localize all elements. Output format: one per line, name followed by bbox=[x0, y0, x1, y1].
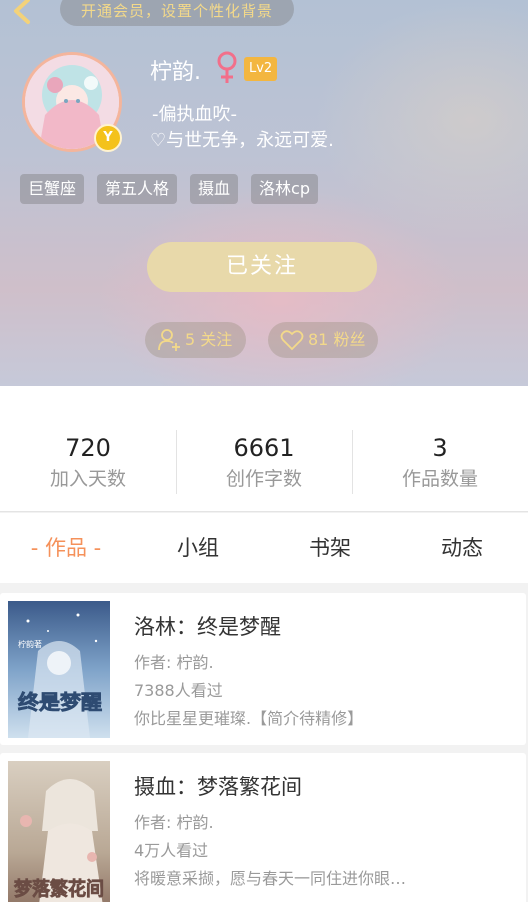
tag[interactable]: 第五人格 bbox=[97, 174, 178, 204]
heart-icon bbox=[280, 330, 304, 351]
tab-bookshelf[interactable]: 书架 bbox=[264, 513, 396, 583]
work-cover[interactable]: 柠韵著 终是梦醒 bbox=[8, 601, 110, 738]
cover-title-text: 梦落繁花间 bbox=[14, 877, 104, 900]
stat-words: 6661 创作字数 bbox=[176, 386, 352, 511]
fans-count: 81 粉丝 bbox=[308, 330, 366, 349]
bio-line-2: ♡与世无争，永远可爱. bbox=[150, 130, 334, 151]
stat-value: 720 bbox=[65, 434, 111, 462]
female-icon bbox=[217, 51, 237, 83]
vip-badge: Y bbox=[94, 124, 122, 152]
work-cover[interactable]: 梦落繁花间 bbox=[8, 761, 110, 902]
work-views: 4万人看过 bbox=[134, 841, 209, 860]
fans-button[interactable]: 81 粉丝 bbox=[268, 322, 378, 358]
vip-banner[interactable]: 开通会员，设置个性化背景 bbox=[60, 0, 294, 26]
stat-label: 创作字数 bbox=[225, 468, 302, 490]
work-card[interactable]: 梦落繁花间 摄血：梦落繁花间 作者: 柠韵. 4万人看过 将暖意采撷，愿与春天一… bbox=[0, 753, 526, 902]
tag[interactable]: 摄血 bbox=[190, 174, 239, 204]
following-button[interactable]: 5 关注 bbox=[145, 322, 246, 358]
work-title[interactable]: 洛林：终是梦醒 bbox=[134, 611, 281, 641]
stat-label: 加入天数 bbox=[49, 468, 126, 490]
profile-header: 开通会员，设置个性化背景 Y 柠韵. Lv2 -偏执血吹- ♡与世无争，永远可爱… bbox=[0, 0, 528, 386]
tab-groups[interactable]: 小组 bbox=[132, 513, 264, 583]
tab-works[interactable]: - 作品 - bbox=[0, 513, 132, 583]
work-card[interactable]: 柠韵著 终是梦醒 洛林：终是梦醒 作者: 柠韵. 7388人看过 你比星星更璀璨… bbox=[0, 593, 526, 745]
username: 柠韵. bbox=[150, 60, 201, 85]
stats-bar: 720 加入天数 6661 创作字数 3 作品数量 bbox=[0, 386, 528, 512]
tag[interactable]: 巨蟹座 bbox=[20, 174, 85, 204]
work-description: 你比星星更璀璨.【简介待精修】 bbox=[134, 709, 364, 728]
stat-value: 3 bbox=[432, 434, 448, 462]
back-button[interactable] bbox=[6, 0, 36, 26]
add-user-icon bbox=[158, 329, 180, 351]
work-views: 7388人看过 bbox=[134, 681, 223, 700]
work-author: 作者: 柠韵. bbox=[134, 813, 214, 832]
work-description: 将暖意采撷，愿与春天一同住进你眼… bbox=[134, 869, 407, 888]
cover-small-text: 柠韵著 bbox=[18, 639, 42, 649]
tab-activity[interactable]: 动态 bbox=[396, 513, 528, 583]
work-author: 作者: 柠韵. bbox=[134, 653, 214, 672]
tag-list: 巨蟹座 第五人格 摄血 洛林cp bbox=[20, 174, 319, 204]
cover-title-text: 终是梦醒 bbox=[18, 690, 102, 714]
chevron-left-icon bbox=[14, 0, 30, 24]
stat-label: 作品数量 bbox=[401, 468, 478, 490]
bio-line-1: -偏执血吹- bbox=[152, 104, 237, 125]
stat-works: 3 作品数量 bbox=[352, 386, 528, 511]
stat-days: 720 加入天数 bbox=[0, 386, 176, 511]
level-badge: Lv2 bbox=[244, 57, 278, 81]
work-title[interactable]: 摄血：梦落繁花间 bbox=[134, 771, 302, 801]
follow-button[interactable]: 已关注 bbox=[147, 242, 377, 292]
tag[interactable]: 洛林cp bbox=[251, 174, 319, 204]
following-count: 5 关注 bbox=[185, 330, 233, 349]
stat-value: 6661 bbox=[233, 434, 295, 462]
tab-bar: - 作品 - 小组 书架 动态 bbox=[0, 513, 528, 583]
